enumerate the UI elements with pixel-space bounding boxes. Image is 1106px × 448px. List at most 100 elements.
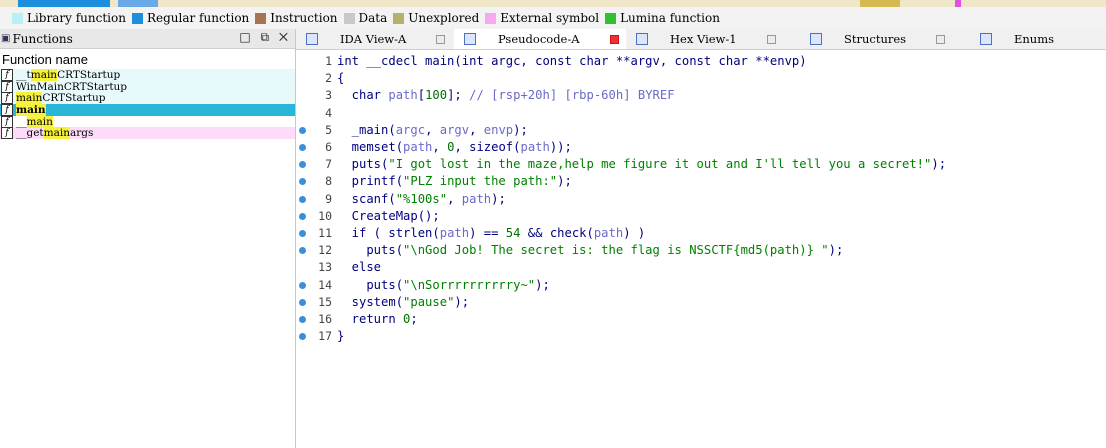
code-text: puts("\nSorrrrrrrrrry~"); <box>337 277 550 292</box>
function-list-item[interactable]: f main <box>0 103 295 116</box>
functions-panel-header: ▣ Functions □ ⧉ ✕ <box>0 29 295 49</box>
code-line[interactable]: 6 memset(path, 0, sizeof(path)); <box>296 139 1106 156</box>
line-number: 4 <box>325 105 332 120</box>
code-line[interactable]: 14 puts("\nSorrrrrrrrrry~"); <box>296 277 1106 294</box>
line-number: 9 <box>325 191 332 206</box>
legend-item: Instruction <box>255 11 338 25</box>
line-number: 3 <box>325 88 332 103</box>
breakpoint-dot-icon[interactable] <box>299 178 306 186</box>
breakpoint-dot-icon[interactable] <box>299 316 306 323</box>
legend-item: Library function <box>12 11 126 25</box>
tab-hex-view-1[interactable]: Hex View-1 <box>626 29 800 49</box>
code-line[interactable]: 1 int __cdecl main(int argc, const char *… <box>296 53 1106 70</box>
breakpoint-dot-icon[interactable] <box>299 230 306 237</box>
code-line[interactable]: 5 _main(argc, argv, envp); <box>296 122 1106 139</box>
tab-pseudocode-a[interactable]: Pseudocode-A <box>454 29 626 49</box>
code-text: } <box>337 329 345 344</box>
legend-swatch <box>12 12 23 24</box>
function-icon: f <box>1 68 13 81</box>
tab-ida-view-a[interactable]: IDA View-A <box>296 29 454 49</box>
code-line[interactable]: 7 puts("I got lost in the maze,help me f… <box>296 156 1106 173</box>
code-line[interactable]: 15 system("pause"); <box>296 294 1106 311</box>
function-name: main <box>16 103 46 116</box>
breakpoint-dot-icon[interactable] <box>299 247 306 255</box>
code-line[interactable]: 10 CreateMap(); <box>296 208 1106 225</box>
code-line[interactable]: 13 else <box>296 259 1106 276</box>
pseudocode-view[interactable]: 1 int __cdecl main(int argc, const char *… <box>296 50 1106 448</box>
tab-bar: IDA View-A Pseudocode-A Hex View-1 Structur… <box>296 29 1106 50</box>
function-name-column-header[interactable]: Function name <box>0 49 295 69</box>
legend-item: External symbol <box>485 11 599 25</box>
code-text: return 0; <box>337 312 418 326</box>
tab-label: Pseudocode-A <box>498 32 580 46</box>
legend-label: Data <box>358 11 388 25</box>
code-text: else <box>337 260 382 275</box>
navigation-band[interactable] <box>0 0 1106 7</box>
legend-item: Regular function <box>131 11 250 25</box>
code-line[interactable]: 3 char path[100]; // [rsp+20h] [rbp-60h]… <box>296 87 1106 104</box>
functions-panel-title: Functions <box>12 31 73 46</box>
function-name: mainCRTStartup <box>16 92 106 105</box>
breakpoint-dot-icon[interactable] <box>299 281 306 289</box>
line-number: 1 <box>325 54 332 68</box>
breakpoint-dot-icon[interactable] <box>299 161 306 169</box>
tab-structures[interactable]: Structures <box>800 29 970 49</box>
line-number: 12 <box>318 243 332 258</box>
function-list-item[interactable]: f __tmainCRTStartup <box>0 68 295 81</box>
breakpoint-dot-icon[interactable] <box>299 195 306 203</box>
breakpoint-dot-icon[interactable] <box>299 333 306 341</box>
line-number: 17 <box>318 329 332 344</box>
code-text: _main(argc, argv, envp); <box>337 122 528 137</box>
legend-label: Unexplored <box>408 11 480 25</box>
legend-label: Library function <box>27 11 126 25</box>
legend-swatch <box>393 12 405 24</box>
code-line[interactable]: 9 scanf("%100s", path); <box>296 191 1106 208</box>
line-number: 14 <box>318 277 332 292</box>
panel-window-buttons[interactable]: □ ⧉ ✕ <box>239 30 291 45</box>
color-legend: Library function Regular function Instruct… <box>0 7 1106 29</box>
code-line[interactable]: 16 return 0; <box>296 311 1106 328</box>
legend-item: Data <box>343 11 388 25</box>
breakpoint-dot-icon[interactable] <box>299 144 306 151</box>
code-line[interactable]: 2{ <box>296 70 1106 87</box>
legend-item: Lumina function <box>605 11 720 25</box>
function-list-item[interactable]: f __main <box>0 115 295 128</box>
tab-close-icon[interactable] <box>766 34 776 44</box>
breakpoint-dot-icon[interactable] <box>299 298 306 306</box>
breakpoint-dot-icon[interactable] <box>299 126 306 134</box>
code-line[interactable]: 12 puts("\nGod Job! The secret is: the f… <box>296 242 1106 259</box>
line-number: 8 <box>325 174 332 189</box>
line-number: 16 <box>318 312 332 326</box>
function-name: __getmainargs <box>16 127 94 140</box>
tab-icon <box>636 33 648 45</box>
code-text: puts("I got lost in the maze,help me fig… <box>337 157 947 172</box>
function-icon: f <box>1 92 13 105</box>
tab-close-icon[interactable] <box>936 34 946 44</box>
code-text: puts("\nGod Job! The secret is: the flag… <box>337 243 844 258</box>
tab-enums[interactable]: Enums <box>970 29 1106 49</box>
code-line[interactable]: 8 printf("PLZ input the path:"); <box>296 173 1106 190</box>
code-line[interactable]: 17} <box>296 328 1106 345</box>
function-list-item[interactable]: f mainCRTStartup <box>0 92 295 105</box>
legend-label: Regular function <box>146 11 250 25</box>
legend-swatch <box>485 12 497 24</box>
legend-swatch <box>255 12 267 24</box>
function-list-item[interactable]: f __getmainargs <box>0 127 295 140</box>
line-number: 5 <box>325 122 332 137</box>
function-icon: f <box>1 103 13 116</box>
code-line[interactable]: 11 if ( strlen(path) == 54 && check(path… <box>296 225 1106 242</box>
function-name: __main <box>16 115 53 128</box>
legend-label: Instruction <box>270 11 338 25</box>
tab-close-icon[interactable] <box>436 34 446 44</box>
legend-item: Unexplored <box>393 11 479 25</box>
function-list-item[interactable]: f WinMainCRTStartup <box>0 80 295 93</box>
tab-icon <box>464 33 476 45</box>
line-number: 13 <box>318 260 332 275</box>
line-number: 15 <box>318 294 332 309</box>
line-number: 6 <box>325 140 332 154</box>
tab-label: IDA View-A <box>340 32 407 46</box>
breakpoint-dot-icon[interactable] <box>299 212 306 220</box>
code-line[interactable]: 4 <box>296 105 1106 122</box>
tab-close-icon[interactable] <box>609 34 619 44</box>
function-icon: f <box>1 80 13 93</box>
